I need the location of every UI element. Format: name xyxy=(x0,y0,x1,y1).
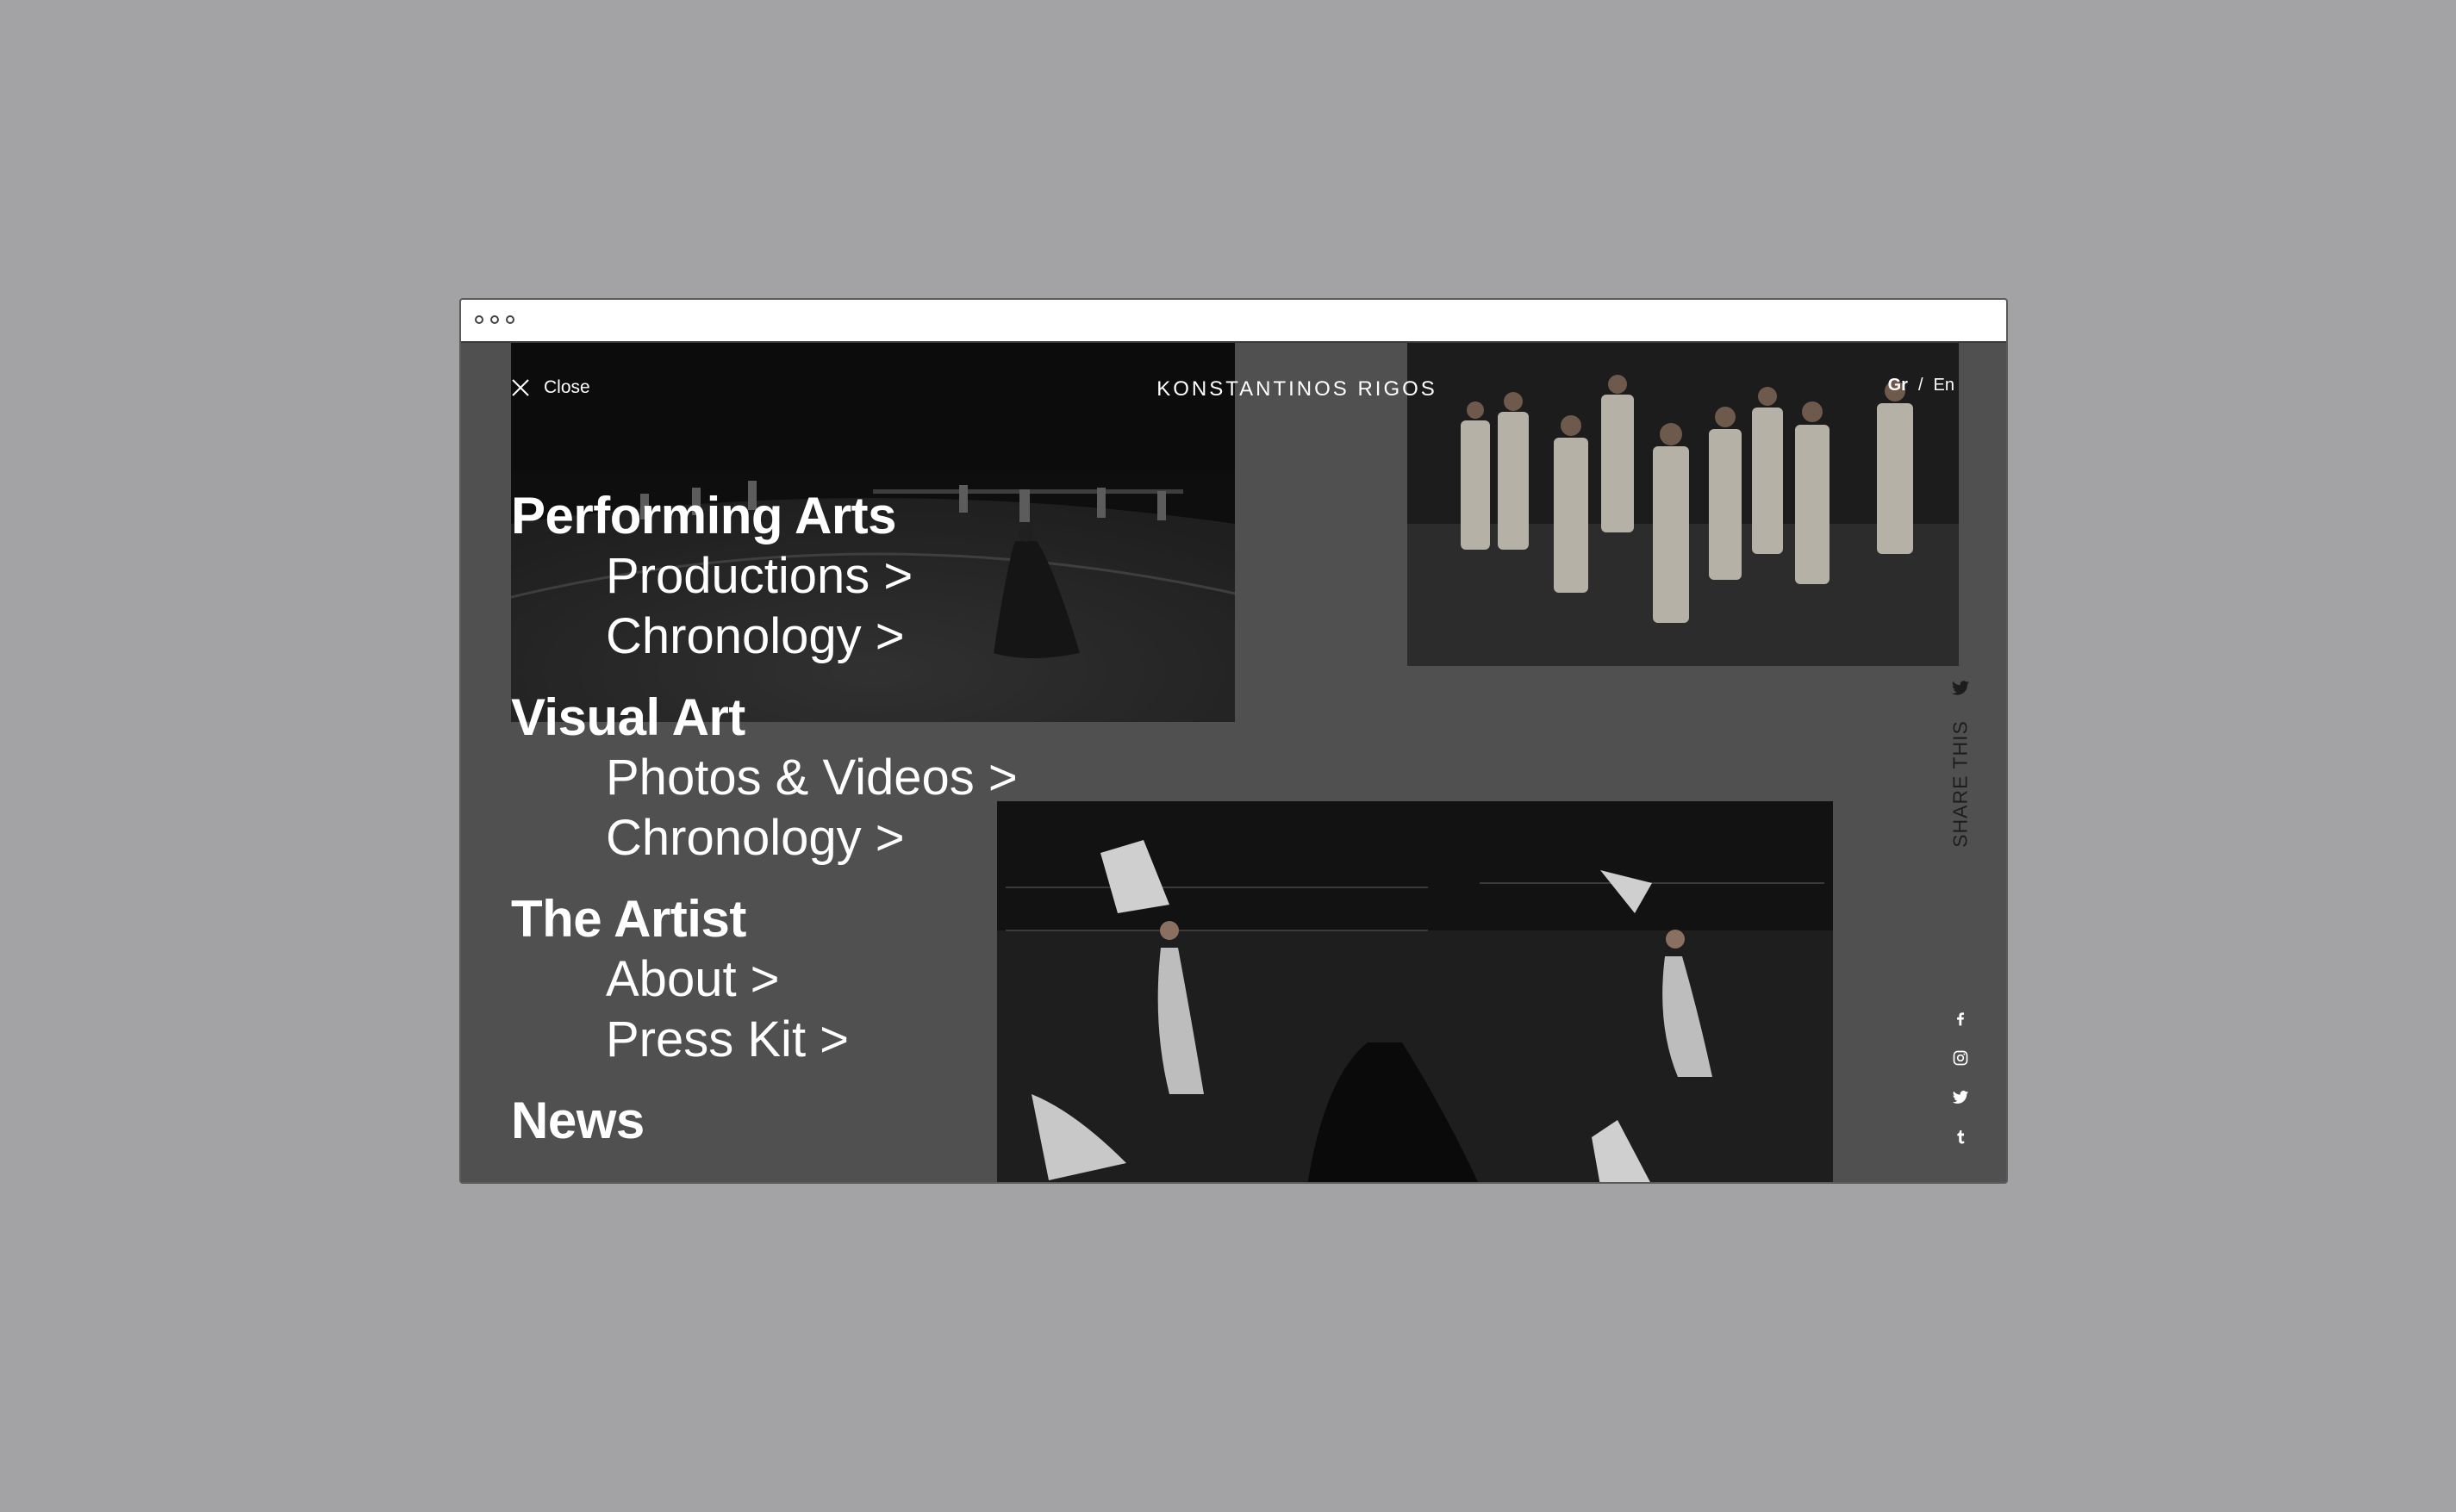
menu-heading-the-artist[interactable]: The Artist xyxy=(511,889,1018,949)
share-rail: SHARE THIS xyxy=(1942,343,1979,1182)
lang-separator: / xyxy=(1917,376,1923,395)
menu-item-performing-chronology[interactable]: Chronology > xyxy=(511,607,1018,667)
menu-item-visual-chronology[interactable]: Chronology > xyxy=(511,808,1018,868)
menu-item-photos-videos[interactable]: Photos & Videos > xyxy=(511,748,1018,808)
tumblr-icon[interactable] xyxy=(1952,1129,1969,1146)
close-label: Close xyxy=(544,377,590,397)
menu-group-news: News xyxy=(511,1091,1018,1151)
facebook-icon[interactable] xyxy=(1952,1010,1969,1027)
main-menu: Performing Arts Productions > Chronology… xyxy=(511,486,1018,1172)
window-dot[interactable] xyxy=(490,315,499,324)
window-dot[interactable] xyxy=(506,315,514,324)
menu-group-performing-arts: Performing Arts Productions > Chronology… xyxy=(511,486,1018,667)
twitter-icon[interactable] xyxy=(1952,1089,1969,1106)
browser-titlebar xyxy=(461,300,2006,343)
instagram-icon[interactable] xyxy=(1952,1049,1969,1067)
close-icon xyxy=(512,379,529,396)
menu-heading-visual-art[interactable]: Visual Art xyxy=(511,688,1018,748)
site-title[interactable]: KONSTANTINOS RIGOS xyxy=(1107,377,1487,401)
menu-item-about[interactable]: About > xyxy=(511,949,1018,1010)
twitter-icon[interactable] xyxy=(1951,679,1970,698)
menu-heading-performing-arts[interactable]: Performing Arts xyxy=(511,486,1018,546)
menu-group-visual-art: Visual Art Photos & Videos > Chronology … xyxy=(511,688,1018,868)
page-viewport: Close KONSTANTINOS RIGOS Gr / En Performin… xyxy=(461,343,2006,1182)
stage-photo-2 xyxy=(1407,343,1959,666)
menu-group-the-artist: The Artist About > Press Kit > xyxy=(511,889,1018,1070)
lang-gr[interactable]: Gr xyxy=(1888,376,1908,395)
browser-window: Close KONSTANTINOS RIGOS Gr / En Performin… xyxy=(459,298,2008,1184)
stage-photo-3 xyxy=(997,801,1833,1182)
window-dot[interactable] xyxy=(475,315,483,324)
menu-heading-news[interactable]: News xyxy=(511,1091,1018,1151)
menu-item-productions[interactable]: Productions > xyxy=(511,546,1018,607)
close-button[interactable]: Close xyxy=(511,377,590,398)
menu-item-press-kit[interactable]: Press Kit > xyxy=(511,1010,1018,1070)
share-this-label: SHARE THIS xyxy=(1948,720,1972,848)
